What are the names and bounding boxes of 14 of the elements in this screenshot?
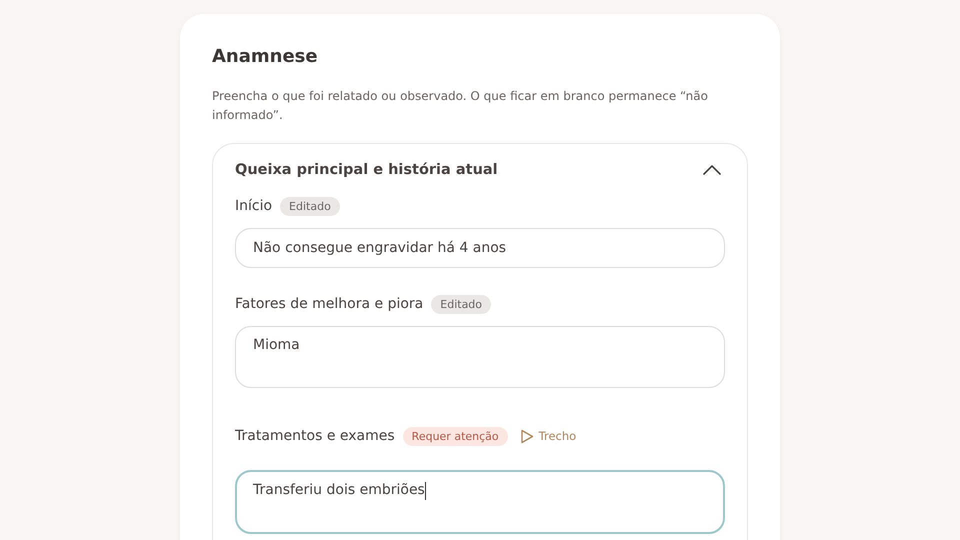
text-field[interactable]: Não consegue engravidar há 4 anos <box>235 228 725 268</box>
text-field[interactable]: Transferiu dois embriões <box>235 470 725 534</box>
card-title: Anamnese <box>212 46 319 67</box>
section-title: Queixa principal e história atual <box>235 162 498 178</box>
status-badge: Editado <box>280 196 340 216</box>
text-field[interactable]: Mioma <box>235 326 725 388</box>
play-icon <box>520 428 534 444</box>
field-label: Tratamentos e exames <box>235 428 395 444</box>
field-label: Início <box>235 198 272 214</box>
status-badge: Requer atenção <box>402 426 508 446</box>
card-description: Preencha o que foi relatado ou observado. O que ficar em branco permanece “não informado”. <box>212 88 709 124</box>
field-label: Fatores de melhora e piora <box>235 296 424 312</box>
chevron-icon[interactable] <box>703 165 721 175</box>
status-badge: Editado <box>431 294 492 314</box>
